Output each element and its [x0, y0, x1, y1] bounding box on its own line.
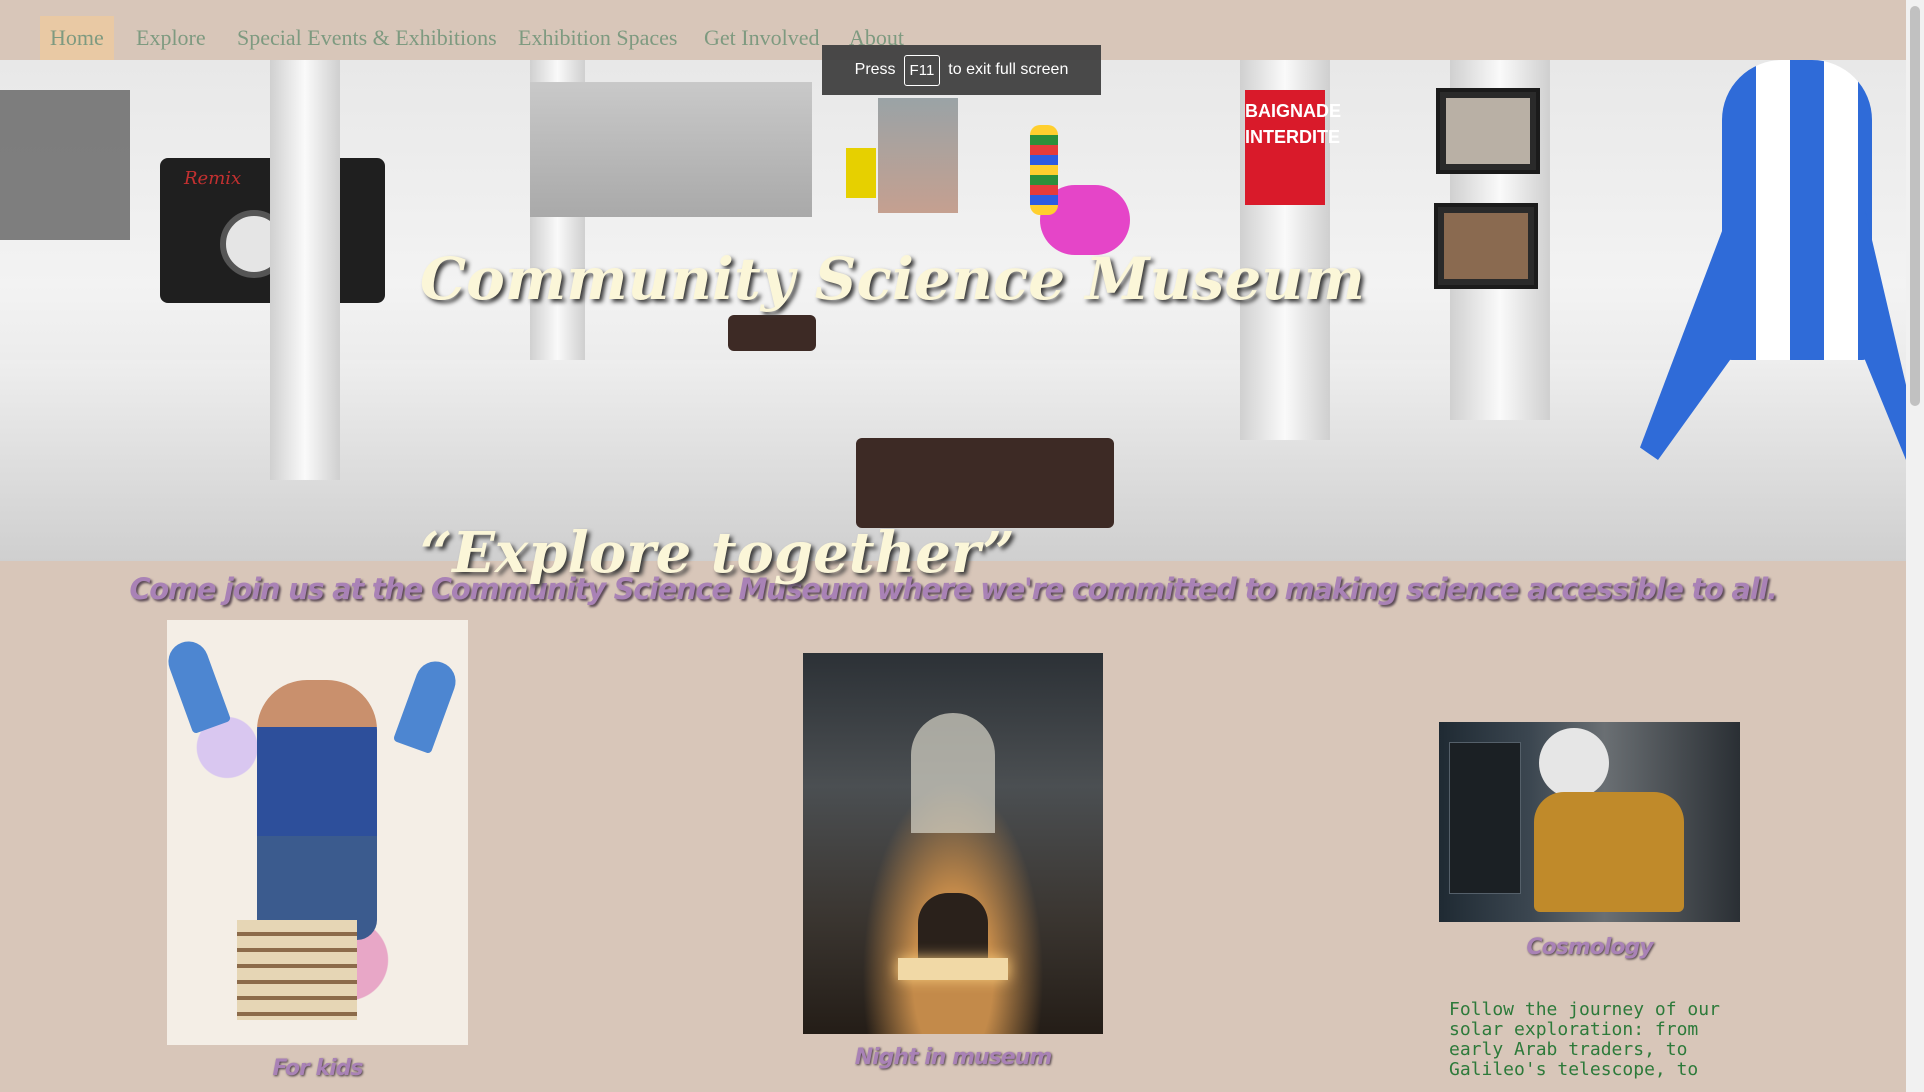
nav-get-involved[interactable]: Get Involved — [694, 16, 829, 60]
wall-artwork-landscape — [878, 98, 958, 213]
wall-artwork-machine — [530, 82, 812, 217]
cassette-label: Remix — [184, 168, 242, 189]
hero-tagline: “Explore together” — [420, 520, 1015, 586]
bench-front — [856, 438, 1114, 528]
rocket-sculpture — [1722, 60, 1872, 360]
card-kids-caption[interactable]: For kids — [167, 1056, 468, 1081]
fullscreen-press-text: Press — [854, 61, 896, 78]
kids-rocket-right — [392, 655, 462, 755]
astronaut-suit — [1534, 792, 1684, 912]
elephant-exhibit — [918, 893, 988, 963]
nav-special-events[interactable]: Special Events & Exhibitions — [227, 16, 507, 60]
page-scrollbar[interactable] — [1906, 0, 1924, 1092]
card-cosmology-image[interactable] — [1439, 722, 1740, 922]
card-cosmology-caption[interactable]: Cosmology — [1439, 935, 1740, 960]
card-cosmology-description: Follow the journey of our solar explorat… — [1449, 999, 1720, 1080]
fullscreen-rest-text: to exit full screen — [948, 61, 1069, 78]
kids-rocket-left — [167, 635, 232, 735]
nav-explore[interactable]: Explore — [126, 16, 216, 60]
book-stack — [237, 920, 357, 1020]
hero-title: Community Science Museum — [420, 245, 1365, 313]
framed-picture-top — [1436, 88, 1540, 174]
astronaut-helmet — [1539, 728, 1609, 798]
hero-banner: Remix BAIGNADE INTERDITE Community Scien… — [0, 60, 1906, 561]
framed-picture-bottom — [1434, 203, 1538, 289]
pillar-left — [270, 60, 340, 480]
f11-key-badge: F11 — [903, 54, 941, 86]
info-panel — [1449, 742, 1521, 894]
bench-back — [728, 315, 816, 351]
fullscreen-exit-notice: Press F11 to exit full screen — [822, 45, 1101, 95]
card-kids-image[interactable] — [167, 620, 468, 1045]
child-reading-figure — [257, 680, 377, 940]
scrollbar-thumb[interactable] — [1910, 6, 1920, 406]
caution-sign — [846, 148, 876, 198]
wall-letters-sculpture — [0, 90, 130, 240]
giraffe-neck — [1030, 125, 1058, 215]
nav-exhibition-spaces[interactable]: Exhibition Spaces — [508, 16, 687, 60]
rotunda-window — [911, 713, 995, 833]
nav-home[interactable]: Home — [40, 16, 114, 60]
card-night-museum-caption[interactable]: Night in museum — [803, 1045, 1103, 1070]
exhibit-pedestal — [898, 958, 1008, 980]
card-night-museum-image[interactable] — [803, 653, 1103, 1034]
no-swimming-sign: BAIGNADE INTERDITE — [1245, 90, 1341, 205]
